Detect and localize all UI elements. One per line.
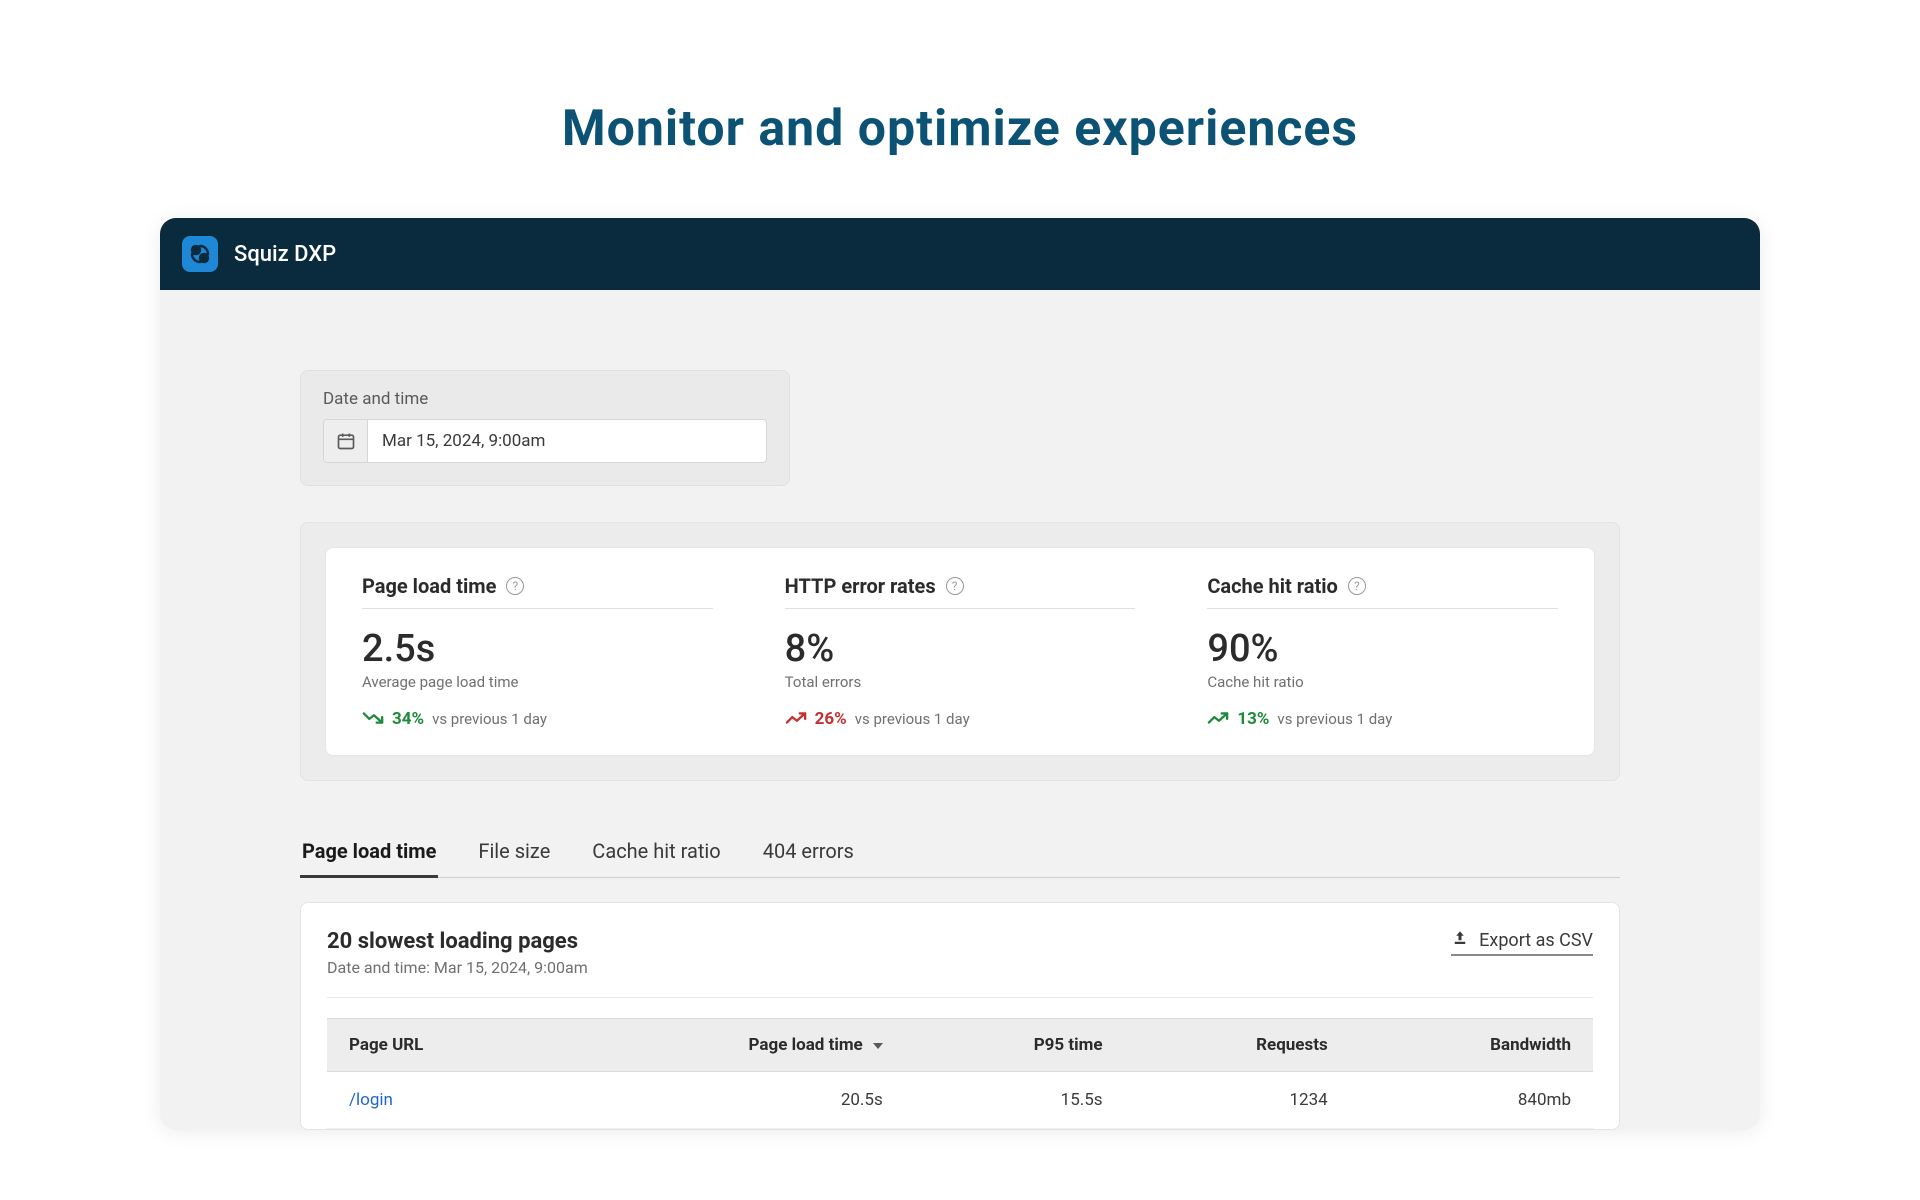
col-requests[interactable]: Requests xyxy=(1125,1019,1350,1072)
tab-cache-hit-ratio[interactable]: Cache hit ratio xyxy=(590,825,722,877)
cell-bandwidth: 840mb xyxy=(1350,1072,1593,1129)
metric-compare: vs previous 1 day xyxy=(1277,710,1392,728)
col-page-url[interactable]: Page URL xyxy=(327,1019,558,1072)
help-icon[interactable]: ? xyxy=(946,577,964,595)
metric-subtitle: Total errors xyxy=(785,673,1136,691)
page-url-link[interactable]: /login xyxy=(349,1090,393,1110)
upload-icon xyxy=(1451,929,1469,952)
col-page-load-time[interactable]: Page load time xyxy=(558,1019,905,1072)
metric-page-load-time: Page load time ? 2.5s Average page load … xyxy=(326,574,749,729)
metric-delta: 26% xyxy=(815,709,847,729)
table-title: 20 slowest loading pages xyxy=(327,929,588,954)
hero-title: Monitor and optimize experiences xyxy=(0,0,1920,218)
help-icon[interactable]: ? xyxy=(506,577,524,595)
metric-subtitle: Cache hit ratio xyxy=(1207,673,1558,691)
calendar-icon xyxy=(324,420,368,462)
cell-requests: 1234 xyxy=(1125,1072,1350,1129)
metric-delta: 34% xyxy=(392,709,424,729)
metric-delta: 13% xyxy=(1237,709,1269,729)
cell-p95: 15.5s xyxy=(905,1072,1125,1129)
datetime-value: Mar 15, 2024, 9:00am xyxy=(368,431,559,451)
tab-page-load-time[interactable]: Page load time xyxy=(300,825,438,877)
app-logo-icon xyxy=(182,236,218,272)
metric-value: 8% xyxy=(785,627,1136,671)
metric-title: Page load time xyxy=(362,574,496,598)
tab-file-size[interactable]: File size xyxy=(476,825,552,877)
help-icon[interactable]: ? xyxy=(1348,577,1366,595)
app-name: Squiz DXP xyxy=(234,242,336,267)
trend-up-icon xyxy=(1207,710,1229,729)
metric-compare: vs previous 1 day xyxy=(855,710,970,728)
metric-http-error-rates: HTTP error rates ? 8% Total errors 26% xyxy=(749,574,1172,729)
col-bandwidth[interactable]: Bandwidth xyxy=(1350,1019,1593,1072)
col-p95-time[interactable]: P95 time xyxy=(905,1019,1125,1072)
trend-up-icon xyxy=(785,710,807,729)
table-subtitle: Date and time: Mar 15, 2024, 9:00am xyxy=(327,958,588,977)
metric-value: 90% xyxy=(1207,627,1558,671)
metric-title: HTTP error rates xyxy=(785,574,936,598)
table-card: 20 slowest loading pages Date and time: … xyxy=(300,902,1620,1130)
table-row: /login 20.5s 15.5s 1234 840mb xyxy=(327,1072,1593,1129)
export-csv-button[interactable]: Export as CSV xyxy=(1451,929,1593,956)
metric-title: Cache hit ratio xyxy=(1207,574,1337,598)
sort-desc-icon xyxy=(873,1043,883,1049)
datetime-input[interactable]: Mar 15, 2024, 9:00am xyxy=(323,419,767,463)
metrics-row: Page load time ? 2.5s Average page load … xyxy=(325,547,1595,756)
tab-404-errors[interactable]: 404 errors xyxy=(761,825,856,877)
slowest-pages-table: Page URL Page load time P95 time Request… xyxy=(327,1018,1593,1129)
export-csv-label: Export as CSV xyxy=(1479,930,1593,951)
metrics-panel: Page load time ? 2.5s Average page load … xyxy=(300,522,1620,781)
tabs: Page load time File size Cache hit ratio… xyxy=(300,825,1620,878)
app-body: Date and time Mar 15, 2024, 9:00am xyxy=(160,290,1760,1130)
trend-down-icon xyxy=(362,710,384,729)
datetime-card: Date and time Mar 15, 2024, 9:00am xyxy=(300,370,790,486)
metric-cache-hit-ratio: Cache hit ratio ? 90% Cache hit ratio 13… xyxy=(1171,574,1594,729)
cell-load-time: 20.5s xyxy=(558,1072,905,1129)
metric-subtitle: Average page load time xyxy=(362,673,713,691)
metric-compare: vs previous 1 day xyxy=(432,710,547,728)
app-window: Squiz DXP Date and time Mar 15, 2024, 9:… xyxy=(160,218,1760,1130)
metric-value: 2.5s xyxy=(362,627,713,671)
app-header: Squiz DXP xyxy=(160,218,1760,290)
datetime-label: Date and time xyxy=(323,389,767,409)
